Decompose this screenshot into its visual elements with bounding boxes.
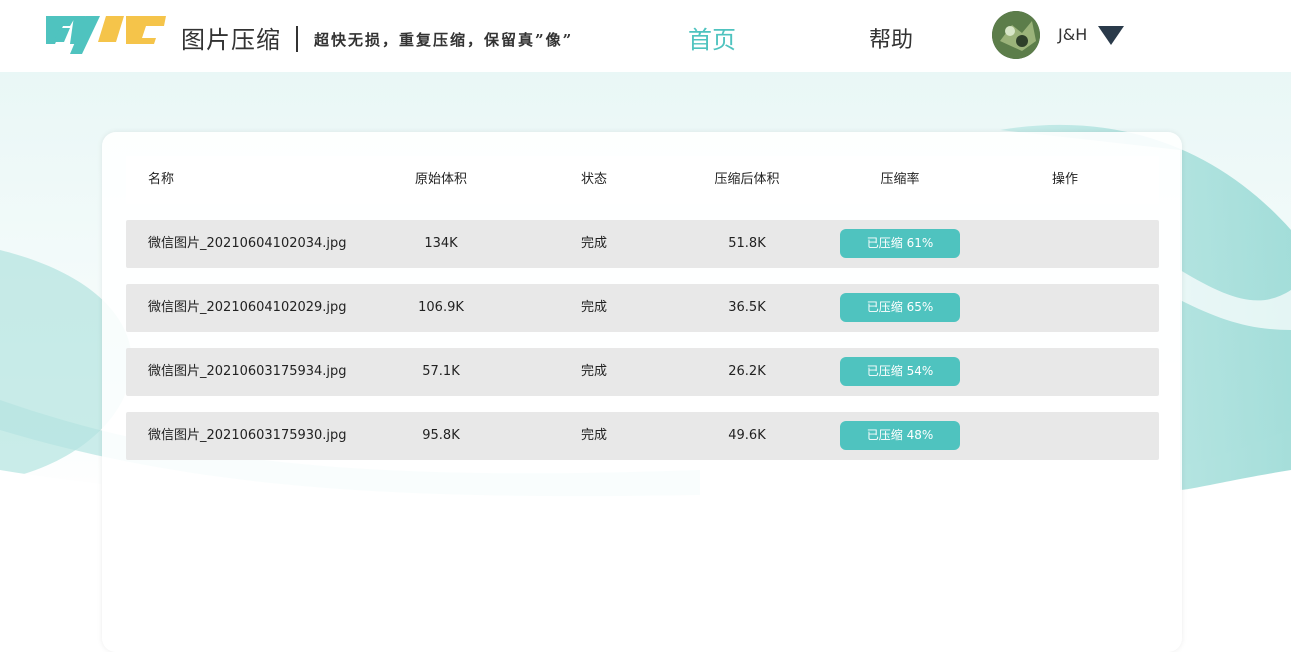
nav-help-link[interactable]: 帮助 [869,22,913,54]
ratio-badge: 已压缩 61% [840,229,960,258]
header-actions: 操作 [1051,172,1078,187]
ratio-badge: 已压缩 54% [840,357,960,386]
file-name: 微信图片_20210604102029.jpg [148,300,347,315]
original-size: 106.9K [418,300,464,315]
status-text: 完成 [580,300,607,315]
ratio-badge: 已压缩 65% [840,293,960,322]
file-name: 微信图片_20210603175934.jpg [148,364,347,379]
table-header: 名称 原始体积 状态 压缩后体积 压缩率 操作 [126,156,1159,204]
user-avatar[interactable] [992,11,1040,59]
file-name: 微信图片_20210604102034.jpg [148,236,347,251]
status-text: 完成 [580,428,607,443]
header-original-size: 原始体积 [414,172,467,187]
original-size: 134K [424,236,458,251]
app-title: 图片压缩 [181,26,281,54]
compressed-size: 49.6K [728,428,766,443]
header-name: 名称 [148,172,175,187]
file-name: 微信图片_20210603175930.jpg [148,428,347,443]
ratio-badge: 已压缩 48% [840,421,960,450]
brand-logo[interactable] [46,14,166,58]
user-name[interactable]: J&H [1058,25,1087,44]
user-menu-dropdown-icon[interactable] [1098,26,1124,45]
original-size: 95.8K [422,428,460,443]
file-list-card: 名称 原始体积 状态 压缩后体积 压缩率 操作 微信图片_20210604102… [102,132,1182,652]
compressed-size: 51.8K [728,236,766,251]
header: 图片压缩 超快无损，重复压缩，保留真”像” 首页 帮助 J&H [0,0,1291,72]
title-divider [296,26,298,52]
table-row: 微信图片_20210603175930.jpg 95.8K 完成 49.6K 已… [126,412,1159,460]
table-row: 微信图片_20210604102029.jpg 106.9K 完成 36.5K … [126,284,1159,332]
original-size: 57.1K [422,364,460,379]
table-row: 微信图片_20210603175934.jpg 57.1K 完成 26.2K 已… [126,348,1159,396]
file-table: 名称 原始体积 状态 压缩后体积 压缩率 操作 微信图片_20210604102… [126,156,1159,460]
compressed-size: 26.2K [728,364,766,379]
status-text: 完成 [580,236,607,251]
compressed-size: 36.5K [728,300,766,315]
table-row: 微信图片_20210604102034.jpg 134K 完成 51.8K 已压… [126,220,1159,268]
status-text: 完成 [580,364,607,379]
header-compressed-size: 压缩后体积 [714,172,780,187]
nav-home-link[interactable]: 首页 [688,20,736,55]
header-ratio: 压缩率 [880,172,920,187]
header-status: 状态 [580,172,607,187]
app-slogan: 超快无损，重复压缩，保留真”像” [314,31,574,49]
